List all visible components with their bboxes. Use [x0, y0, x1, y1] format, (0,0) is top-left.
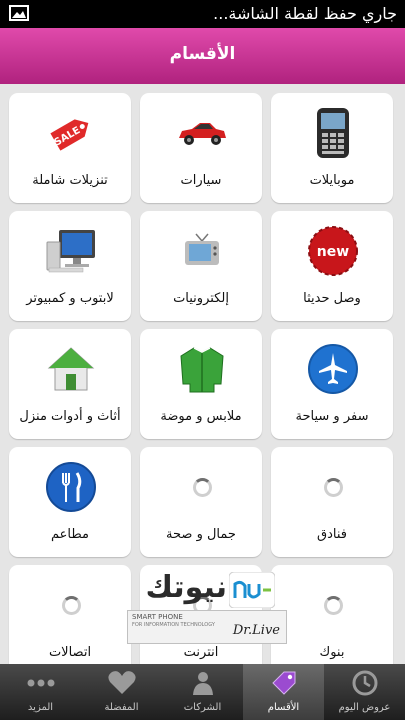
clock-icon — [349, 670, 380, 696]
image-icon — [9, 5, 29, 21]
tab-companies[interactable]: الشركات — [162, 664, 243, 720]
person-icon — [187, 670, 218, 696]
category-label: اتصالات — [48, 645, 92, 660]
category-label: أثاث و أدوات منزل — [19, 409, 121, 424]
more-dots-icon — [25, 670, 56, 696]
category-tile-telecom[interactable]: اتصالات — [9, 565, 131, 664]
fork-knife-icon — [45, 461, 97, 513]
category-label: بنوك — [319, 645, 345, 660]
category-label: مطاعم — [51, 527, 89, 542]
category-label: ملابس و موضة — [160, 409, 242, 424]
loading-icon — [45, 579, 97, 631]
category-tile-travel[interactable]: سفر و سياحة — [271, 329, 393, 439]
category-tile-computers[interactable]: لابتوب و كمبيوتر — [9, 211, 131, 321]
house-icon — [45, 343, 97, 395]
watermark-tagline-2: FOR INFORMATION TECHNOLOGY — [132, 622, 215, 628]
category-label: سيارات — [180, 173, 222, 188]
watermark-brand: نيوتك — [145, 570, 227, 605]
status-text: جاري حفظ لقطة الشاشة... — [213, 4, 397, 23]
watermark-logo: نيوتك SMART PHONE FOR INFORMATION TECHNO… — [127, 570, 287, 648]
tab-label: عروض اليوم — [338, 702, 391, 713]
svg-text:new: new — [317, 244, 349, 260]
sale-tag-icon: SALE — [45, 107, 97, 159]
tag-icon — [268, 670, 299, 696]
airplane-icon — [307, 343, 359, 395]
header: الأقسام — [0, 28, 405, 84]
computer-icon — [45, 225, 97, 277]
category-tile-beauty[interactable]: جمال و صحة — [140, 447, 262, 557]
category-tile-cars[interactable]: سيارات — [140, 93, 262, 203]
category-label: إلكترونيات — [173, 291, 229, 306]
category-tile-hotels[interactable]: فنادق — [271, 447, 393, 557]
category-tile-fashion[interactable]: ملابس و موضة — [140, 329, 262, 439]
loading-icon — [307, 461, 359, 513]
category-label: جمال و صحة — [166, 527, 236, 542]
category-tile-furniture[interactable]: أثاث و أدوات منزل — [9, 329, 131, 439]
heart-icon — [106, 670, 137, 696]
status-bar: جاري حفظ لقطة الشاشة... — [0, 0, 405, 28]
tv-icon — [176, 225, 228, 277]
tab-favorites[interactable]: المفضلة — [81, 664, 162, 720]
category-tile-electronics[interactable]: إلكترونيات — [140, 211, 262, 321]
category-label: تنزيلات شاملة — [32, 173, 108, 188]
loading-icon — [307, 579, 359, 631]
tab-label: الأقسام — [267, 702, 300, 713]
category-tile-new-arrivals[interactable]: new وصل حديثا — [271, 211, 393, 321]
category-label: سفر و سياحة — [295, 409, 369, 424]
category-tile-sales[interactable]: SALE تنزيلات شاملة — [9, 93, 131, 203]
watermark-mark-icon — [229, 572, 275, 608]
category-label: لابتوب و كمبيوتر — [26, 291, 114, 306]
tab-bar: عروض اليوم الأقسام الشركات المفضلة المزي… — [0, 664, 405, 720]
loading-icon — [176, 461, 228, 513]
phone-icon — [307, 107, 359, 159]
category-tile-banks[interactable]: بنوك — [271, 565, 393, 664]
category-label: وصل حديثا — [303, 291, 361, 306]
category-tile-restaurants[interactable]: مطاعم — [9, 447, 131, 557]
tab-label: المفضلة — [104, 702, 139, 713]
category-label: فنادق — [317, 527, 347, 542]
tab-today-offers[interactable]: عروض اليوم — [324, 664, 405, 720]
car-icon — [176, 107, 228, 159]
tab-label: المزيد — [27, 702, 54, 713]
tab-more[interactable]: المزيد — [0, 664, 81, 720]
category-tile-mobiles[interactable]: موبايلات — [271, 93, 393, 203]
watermark-tagline: SMART PHONE — [132, 613, 183, 621]
jacket-icon — [176, 343, 228, 395]
watermark-signature: Dr.Live — [232, 623, 280, 638]
new-badge-icon: new — [307, 225, 359, 277]
tab-categories[interactable]: الأقسام — [243, 664, 324, 720]
page-title: الأقسام — [169, 44, 236, 64]
category-label: موبايلات — [309, 173, 355, 188]
tab-label: الشركات — [183, 702, 222, 713]
